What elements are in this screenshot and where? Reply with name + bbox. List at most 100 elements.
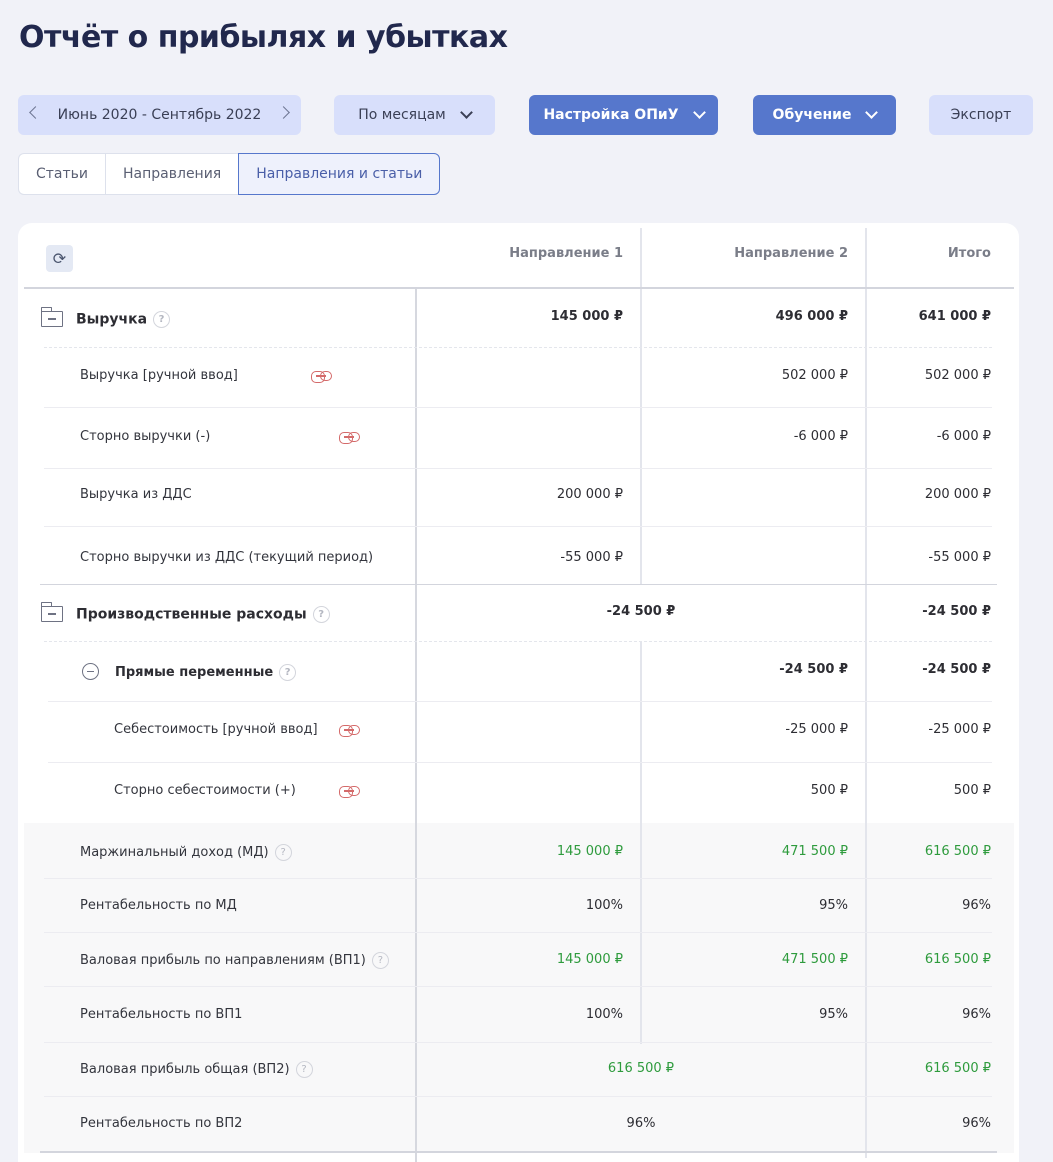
metric-value: 95% bbox=[819, 1007, 848, 1022]
column-header-total: Итого bbox=[947, 246, 991, 261]
column-header-2: Направление 2 bbox=[734, 246, 848, 261]
view-tabs: Статьи Направления Направления и статьи bbox=[18, 153, 441, 195]
group-label-production: Производственные расходы? bbox=[76, 606, 330, 623]
metric-label: Валовая прибыль общая (ВП2)? bbox=[80, 1061, 313, 1078]
metric-value: 471 500 ₽ bbox=[781, 952, 848, 967]
row-label: Сторно себестоимости (+) bbox=[114, 783, 296, 798]
row-value: 502 000 ₽ bbox=[781, 368, 848, 383]
period-selector[interactable]: Июнь 2020 - Сентябрь 2022 bbox=[18, 95, 301, 135]
row-value: 500 ₽ bbox=[953, 783, 991, 798]
export-button[interactable]: Экспорт bbox=[929, 95, 1033, 135]
row-divider bbox=[44, 641, 992, 642]
grouping-dropdown[interactable]: По месяцам bbox=[334, 95, 495, 135]
revenue-value-1: 145 000 ₽ bbox=[550, 309, 623, 324]
chevron-down-icon bbox=[865, 106, 879, 119]
row-value: -6 000 ₽ bbox=[936, 429, 991, 444]
revenue-value-2: 496 000 ₽ bbox=[775, 309, 848, 324]
metric-value: 145 000 ₽ bbox=[556, 844, 623, 859]
group-label-text: Производственные расходы bbox=[76, 606, 307, 623]
row-divider bbox=[44, 347, 992, 348]
metric-value: 616 500 ₽ bbox=[924, 952, 991, 967]
row-divider bbox=[48, 762, 992, 763]
folder-collapse-icon[interactable] bbox=[40, 307, 63, 327]
metric-value: 95% bbox=[819, 898, 848, 913]
metric-label: Рентабельность по ВП2 bbox=[80, 1116, 243, 1131]
metric-label: Валовая прибыль по направлениям (ВП1)? bbox=[80, 952, 389, 969]
next-period-icon[interactable] bbox=[277, 106, 290, 119]
row-divider bbox=[44, 526, 992, 527]
tab-directions-and-articles[interactable]: Направления и статьи bbox=[238, 153, 441, 195]
help-icon[interactable]: ? bbox=[153, 311, 171, 328]
metric-label: Рентабельность по МД bbox=[80, 898, 237, 913]
row-value: -55 000 ₽ bbox=[928, 550, 991, 565]
metric-value: 616 500 ₽ bbox=[924, 844, 991, 859]
row-label: Выручка из ДДС bbox=[80, 487, 192, 502]
row-divider bbox=[44, 932, 992, 933]
column-divider bbox=[865, 228, 867, 1158]
column-divider bbox=[640, 642, 642, 1044]
collapse-icon[interactable] bbox=[82, 663, 99, 680]
help-icon[interactable]: ? bbox=[279, 664, 297, 681]
subgroup-value: -24 500 ₽ bbox=[779, 662, 848, 677]
row-divider bbox=[48, 701, 992, 702]
row-divider bbox=[40, 1151, 997, 1153]
column-header-1: Направление 1 bbox=[509, 246, 623, 261]
metric-label-text: Валовая прибыль по направлениям (ВП1) bbox=[80, 953, 366, 968]
link-icon[interactable] bbox=[339, 432, 360, 444]
row-value: -6 000 ₽ bbox=[793, 429, 848, 444]
tab-articles[interactable]: Статьи bbox=[18, 153, 106, 195]
training-dropdown[interactable]: Обучение bbox=[753, 95, 896, 135]
row-label: Сторно выручки (-) bbox=[80, 429, 211, 444]
production-value-total: -24 500 ₽ bbox=[922, 604, 991, 619]
help-icon[interactable]: ? bbox=[274, 844, 292, 861]
help-icon[interactable]: ? bbox=[295, 1061, 313, 1078]
row-divider bbox=[44, 1096, 992, 1097]
page-title: Отчёт о прибылях и убытках bbox=[19, 20, 508, 55]
row-divider bbox=[44, 407, 992, 408]
revenue-value-total: 641 000 ₽ bbox=[918, 309, 991, 324]
metric-value: 100% bbox=[585, 898, 623, 913]
row-value: -25 000 ₽ bbox=[785, 722, 848, 737]
link-icon[interactable] bbox=[339, 725, 360, 737]
row-value: 200 000 ₽ bbox=[556, 487, 623, 502]
group-label-text: Выручка bbox=[76, 311, 148, 328]
row-label: Выручка [ручной ввод] bbox=[80, 368, 238, 383]
folder-collapse-icon[interactable] bbox=[40, 602, 63, 622]
row-value: 502 000 ₽ bbox=[924, 368, 991, 383]
column-divider bbox=[415, 288, 417, 1162]
metric-value: 100% bbox=[585, 1007, 623, 1022]
period-label: Июнь 2020 - Сентябрь 2022 bbox=[57, 107, 262, 123]
row-value: 500 ₽ bbox=[810, 783, 848, 798]
link-icon[interactable] bbox=[339, 786, 360, 798]
metric-merged-value: 616 500 ₽ bbox=[607, 1061, 675, 1076]
tab-directions[interactable]: Направления bbox=[105, 153, 239, 195]
refresh-button[interactable]: ⟳ bbox=[46, 245, 73, 272]
subgroup-value: -24 500 ₽ bbox=[922, 662, 991, 677]
chevron-down-icon bbox=[692, 106, 706, 119]
metric-label-text: Маржинальный доход (МД) bbox=[80, 845, 269, 860]
metric-value: 616 500 ₽ bbox=[924, 1061, 991, 1076]
metric-value: 145 000 ₽ bbox=[556, 952, 623, 967]
prev-period-icon[interactable] bbox=[29, 106, 42, 119]
settings-dropdown[interactable]: Настройка ОПиУ bbox=[529, 95, 718, 135]
row-divider bbox=[44, 1042, 992, 1043]
row-divider bbox=[44, 468, 992, 469]
row-value: -25 000 ₽ bbox=[928, 722, 991, 737]
export-label: Экспорт bbox=[950, 107, 1012, 123]
production-merged-value: -24 500 ₽ bbox=[606, 604, 676, 619]
row-divider bbox=[40, 584, 997, 585]
row-divider bbox=[44, 986, 992, 987]
column-divider bbox=[640, 228, 642, 584]
link-icon[interactable] bbox=[311, 371, 332, 383]
metric-merged-value: 96% bbox=[626, 1116, 656, 1131]
help-icon[interactable]: ? bbox=[371, 952, 389, 969]
help-icon[interactable]: ? bbox=[312, 606, 330, 623]
group-label-revenue: Выручка? bbox=[76, 311, 171, 328]
metric-value: 96% bbox=[962, 898, 991, 913]
row-value: 200 000 ₽ bbox=[924, 487, 991, 502]
row-label: Сторно выручки из ДДС (текущий период) bbox=[80, 550, 374, 565]
metric-label: Рентабельность по ВП1 bbox=[80, 1007, 243, 1022]
subgroup-label: Прямые переменные? bbox=[115, 664, 297, 681]
metric-value: 96% bbox=[962, 1116, 991, 1131]
metric-label-text: Валовая прибыль общая (ВП2) bbox=[80, 1062, 290, 1077]
